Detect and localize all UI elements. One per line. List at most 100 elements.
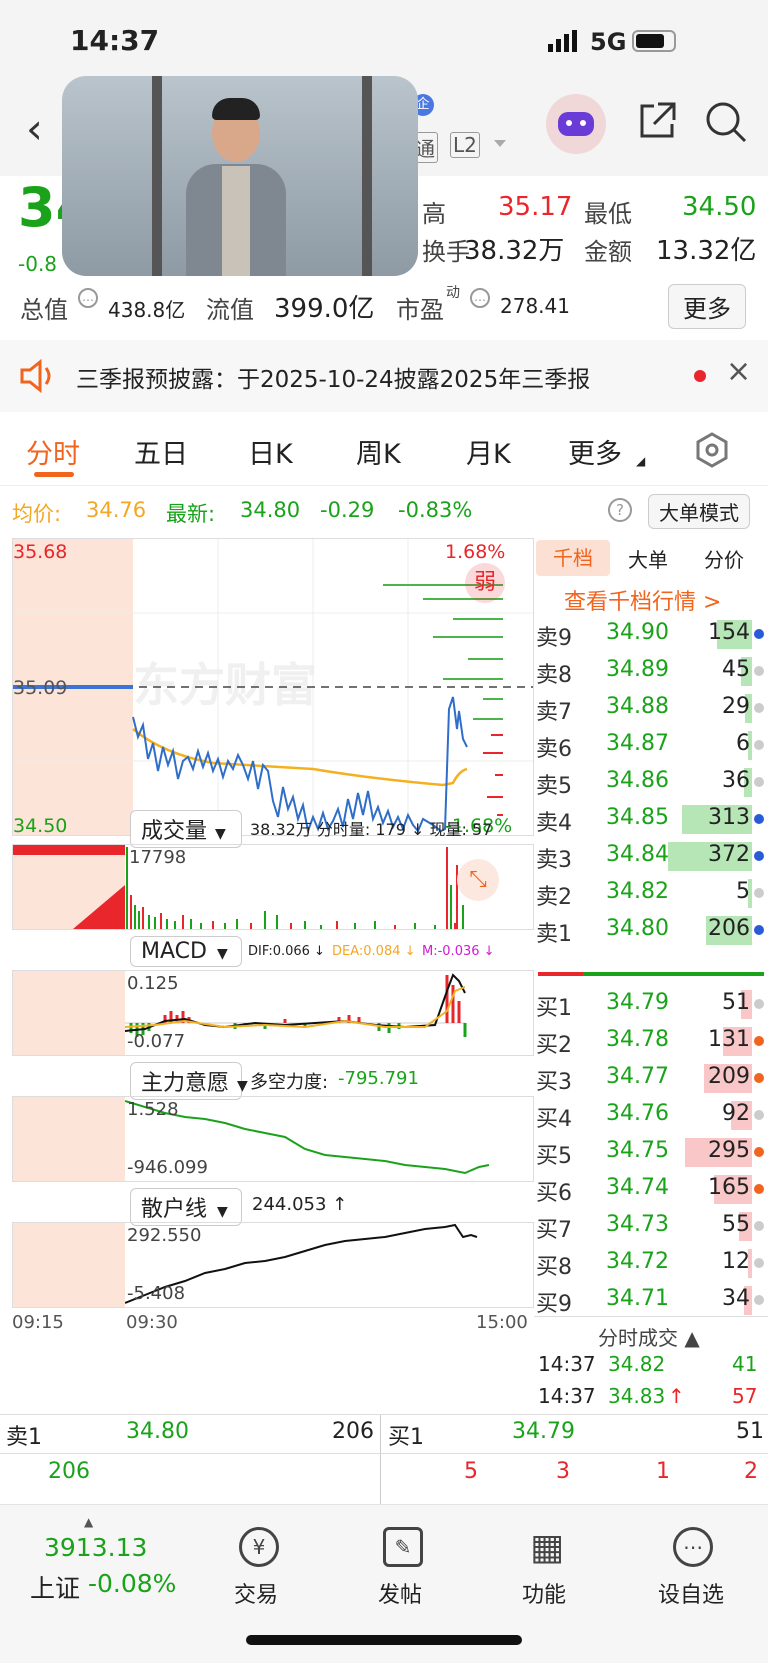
y-axis-min: 34.50	[13, 815, 68, 837]
volume-chart[interactable]: 17798 ⤡	[12, 844, 534, 930]
level-price: 34.78	[606, 1027, 669, 1052]
tab-thousand-level[interactable]: 千档	[536, 540, 610, 576]
trade-time: 14:37	[538, 1352, 596, 1376]
pe-info-icon[interactable]: …	[470, 288, 490, 308]
level-volume: 34	[722, 1286, 750, 1311]
level-label: 卖5	[536, 774, 572, 799]
tab-trade[interactable]: ¥ 交易	[214, 1527, 304, 1608]
macd-selector[interactable]: MACD ▼	[130, 936, 242, 967]
tab-month-k[interactable]: 月K	[466, 432, 511, 471]
main-force-chart[interactable]: 1.528 -946.099	[12, 1096, 534, 1182]
chevron-down-icon: ▼	[237, 1078, 248, 1094]
level-price: 34.75	[606, 1138, 669, 1163]
tab-day-k[interactable]: 日K	[248, 432, 293, 471]
big-order-mode-button[interactable]: 大单模式	[648, 494, 750, 529]
tab-5day[interactable]: 五日	[134, 432, 188, 471]
x-axis-start: 09:15	[12, 1312, 64, 1333]
tab-week-k[interactable]: 周K	[356, 432, 401, 471]
level-label: 卖8	[536, 663, 572, 688]
tab-post[interactable]: ✎ 发帖	[358, 1527, 448, 1608]
index-name: 上证	[30, 1574, 81, 1603]
level-price: 34.89	[606, 657, 669, 682]
status-dot-icon	[754, 999, 764, 1009]
help-icon[interactable]: ?	[608, 498, 632, 522]
bid-row[interactable]: 买1 34.79 51	[534, 986, 768, 1023]
status-dot-icon	[754, 1036, 764, 1046]
robot-assistant-icon[interactable]	[546, 94, 606, 154]
bid-row[interactable]: 买6 34.74 165	[534, 1171, 768, 1208]
search-icon[interactable]	[704, 100, 748, 144]
tab-big-order[interactable]: 大单	[628, 544, 668, 573]
trade-volume: 57	[732, 1384, 758, 1408]
period-tabs: 分时 五日 日K 周K 月K 更多 ◢	[0, 412, 768, 486]
price-change: -0.8	[18, 252, 58, 276]
grid-icon: ▦	[529, 1526, 564, 1568]
last-value: 34.80	[240, 498, 301, 522]
bottom-tab-bar: ▲ 3913.13 上证 -0.08% ¥ 交易 ✎ 发帖 ▦ 功能 ⋯ 设自选	[0, 1504, 768, 1663]
price-lines	[13, 539, 533, 835]
more-button[interactable]: 更多	[668, 284, 746, 329]
settings-icon[interactable]	[694, 432, 730, 468]
bid-row[interactable]: 买9 34.71 34	[534, 1282, 768, 1319]
weak-badge[interactable]: 弱	[465, 563, 505, 603]
tab-more[interactable]: 更多	[568, 432, 622, 471]
ask-row[interactable]: 卖3 34.84 372	[534, 838, 768, 875]
volume-selector[interactable]: 成交量 ▼	[130, 810, 242, 848]
tab-price-distribution[interactable]: 分价	[704, 544, 744, 573]
back-icon[interactable]: ‹	[26, 104, 43, 153]
ask-row[interactable]: 卖4 34.85 313	[534, 801, 768, 838]
high-label: 高	[422, 200, 446, 228]
index-widget[interactable]: ▲ 3913.13 上证 -0.08%	[0, 1505, 190, 1605]
retail-selector[interactable]: 散户线 ▼	[130, 1188, 242, 1226]
pe-label: 市盈	[396, 296, 444, 324]
ask-row[interactable]: 卖9 34.90 154	[534, 616, 768, 653]
more-dots-icon: ⋯	[673, 1527, 713, 1567]
trade-time: 14:37	[538, 1384, 596, 1408]
level-price: 34.72	[606, 1249, 669, 1274]
expand-icon[interactable]: ⤡	[457, 859, 499, 901]
macd-chart[interactable]: 0.125 -0.077	[12, 970, 534, 1056]
ask-row[interactable]: 卖6 34.87 6	[534, 727, 768, 764]
notice-text: 三季报预披露：于2025-10-24披露2025年三季报	[76, 367, 591, 393]
share-icon[interactable]	[636, 100, 678, 142]
tab-intraday[interactable]: 分时	[26, 432, 80, 471]
level-volume: 165	[708, 1175, 750, 1200]
level2-tag[interactable]: L2	[450, 132, 480, 158]
ask-row[interactable]: 卖5 34.86 36	[534, 764, 768, 801]
level-price: 34.84	[606, 842, 669, 867]
bid-row[interactable]: 买5 34.75 295	[534, 1134, 768, 1171]
bid-row[interactable]: 买3 34.77 209	[534, 1060, 768, 1097]
bid-row[interactable]: 买8 34.72 12	[534, 1245, 768, 1282]
view-thousand-link[interactable]: 查看千档行情 >	[564, 584, 721, 616]
dropdown-icon[interactable]	[494, 140, 506, 147]
info-icon[interactable]: …	[78, 288, 98, 308]
amount-label: 金额	[584, 238, 632, 266]
level-volume: 206	[708, 916, 750, 941]
ask-row[interactable]: 卖8 34.89 45	[534, 653, 768, 690]
ask-row[interactable]: 卖1 34.80 206	[534, 912, 768, 949]
tab-add-watchlist[interactable]: ⋯ 设自选	[648, 1527, 738, 1608]
buy1-volume: 51	[736, 1419, 764, 1444]
retail-bottom-label: -5.408	[127, 1283, 186, 1304]
status-dot-icon	[754, 814, 764, 824]
video-overlay[interactable]	[62, 76, 418, 276]
ask-row[interactable]: 卖2 34.82 5	[534, 875, 768, 912]
sell1-price: 34.80	[126, 1419, 189, 1444]
bid-row[interactable]: 买7 34.73 55	[534, 1208, 768, 1245]
main-force-selector-label: 主力意愿	[141, 1071, 230, 1096]
bid-row[interactable]: 买2 34.78 131	[534, 1023, 768, 1060]
main-force-selector[interactable]: 主力意愿 ▼	[130, 1062, 248, 1100]
level-label: 买4	[536, 1107, 572, 1132]
bid-row[interactable]: 买4 34.76 92	[534, 1097, 768, 1134]
ask-row[interactable]: 卖7 34.88 29	[534, 690, 768, 727]
notice-banner[interactable]: 三季报预披露：于2025-10-24披露2025年三季报 ×	[0, 340, 768, 412]
retail-chart[interactable]: 292.550 -5.408	[12, 1222, 534, 1308]
close-icon[interactable]: ×	[726, 354, 751, 389]
price-chart[interactable]: 东方财富 35.68 35.09 34.50 1.68% -1.68% 弱	[12, 538, 534, 837]
post-icon: ✎	[383, 1527, 423, 1567]
change-value: -0.29	[320, 498, 375, 522]
index-pct: -0.08%	[88, 1569, 177, 1598]
level-volume: 131	[708, 1027, 750, 1052]
tab-functions[interactable]: ▦ 功能	[502, 1526, 592, 1609]
high-value: 35.17	[498, 192, 573, 222]
